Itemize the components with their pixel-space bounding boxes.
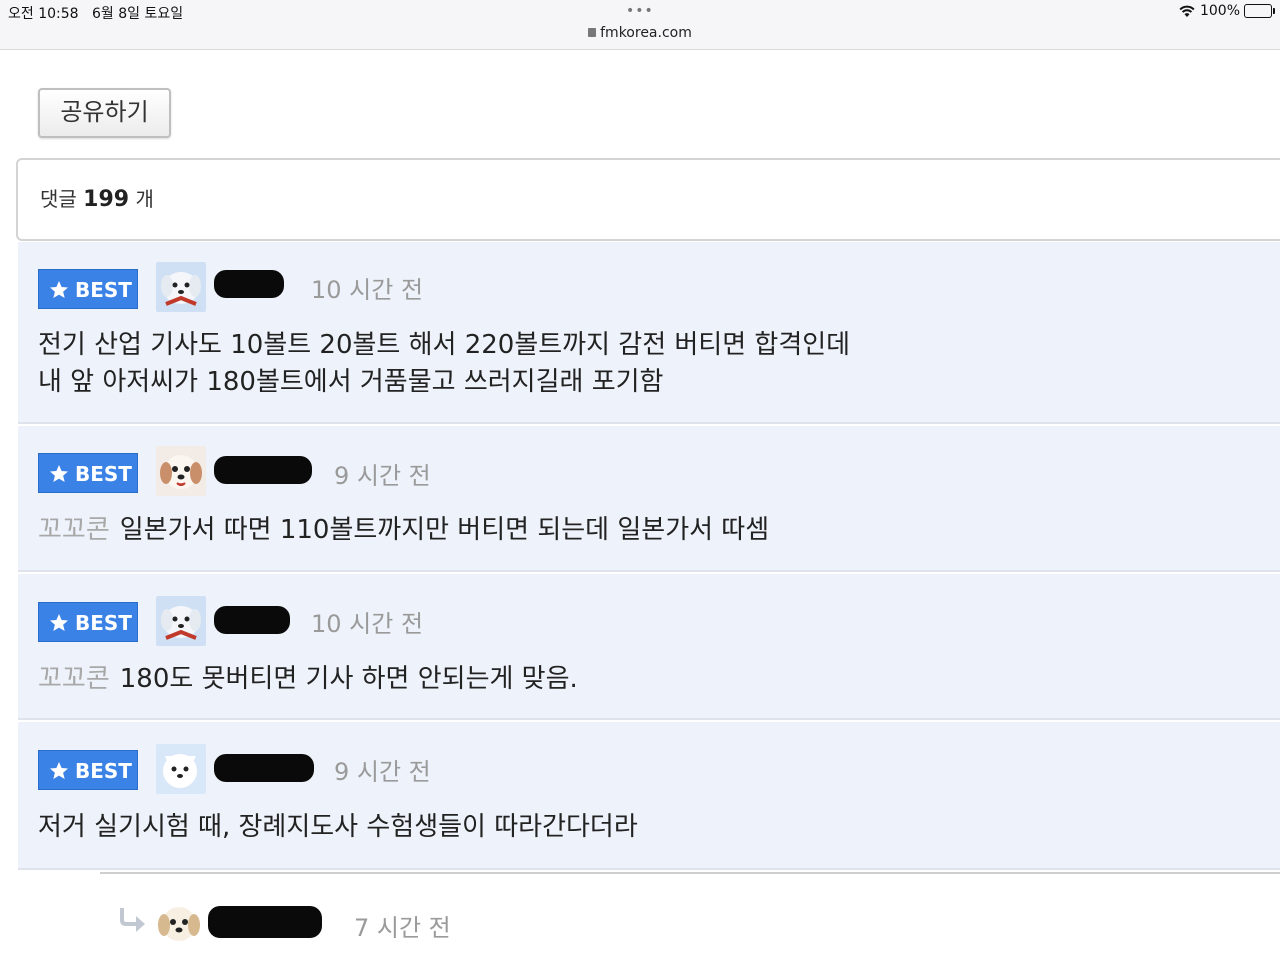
reply-arrow-icon (120, 908, 145, 932)
best-badge-label: BEST (75, 278, 132, 302)
status-indicators: 100% (1178, 3, 1275, 19)
avatar[interactable] (156, 262, 206, 312)
comment-time: 10 시간 전 (311, 276, 424, 304)
tab-dots-icon[interactable]: ••• (626, 3, 654, 19)
comment-text: 전기 산업 기사도 10볼트 20볼트 해서 220볼트까지 감전 버티면 합격… (38, 327, 850, 401)
status-time: 오전 10:58 (8, 6, 79, 22)
dog-avatar-icon (156, 262, 206, 312)
url-text: fmkorea.com (600, 25, 692, 41)
comment-time: 7 시간 전 (354, 914, 451, 942)
lock-icon (588, 28, 597, 37)
star-icon (50, 281, 68, 298)
address-bar[interactable]: fmkorea.com (0, 25, 1280, 41)
battery-percent: 100% (1199, 3, 1240, 19)
comment-body: 일본가서 따면 110볼트까지만 버티면 되는데 일본가서 따셈 (119, 515, 770, 545)
star-icon (50, 614, 68, 631)
wifi-icon (1179, 5, 1195, 17)
comment-text: 저거 실기시험 때, 장례지도사 수험생들이 따라간다더라 (38, 809, 638, 846)
reply-to-name[interactable]: 꼬꼬콘 (38, 515, 110, 545)
redacted-nickname[interactable] (214, 606, 290, 634)
comment-count-number: 199 (83, 187, 130, 212)
redacted-nickname[interactable] (208, 906, 322, 938)
comment-item: BEST 10 시간 전 꼬꼬콘 180도 못버티면 기사 하면 안되는게 맞음. (18, 574, 1280, 720)
best-badge-label: BEST (75, 462, 132, 486)
best-badge: BEST (38, 269, 138, 309)
best-badge-label: BEST (75, 611, 132, 635)
comment-line: 내 앞 아저씨가 180볼트에서 거품물고 쓰러지길래 포기함 (38, 367, 664, 397)
comment-time: 10 시간 전 (311, 610, 424, 638)
comment-item: BEST 9 시간 전 저거 실기시험 때, 장례지도사 수험생들이 따라간다더… (18, 722, 1280, 870)
share-button[interactable]: 공유하기 (38, 88, 171, 138)
comment-text: 꼬꼬콘 180도 못버티면 기사 하면 안되는게 맞음. (38, 661, 578, 698)
puppy-avatar-icon (156, 446, 206, 496)
reply-comment-item: 7 시간 전 (100, 872, 1280, 960)
status-date: 6월 8일 토요일 (92, 6, 184, 22)
best-badge: BEST (38, 602, 138, 642)
comment-body: 180도 못버티면 기사 하면 안되는게 맞음. (119, 664, 578, 694)
redacted-nickname[interactable] (214, 270, 284, 298)
avatar[interactable] (156, 446, 206, 496)
comment-line: 전기 산업 기사도 10볼트 20볼트 해서 220볼트까지 감전 버티면 합격… (38, 330, 851, 360)
comment-text: 꼬꼬콘 일본가서 따면 110볼트까지만 버티면 되는데 일본가서 따셈 (38, 512, 769, 549)
redacted-nickname[interactable] (214, 754, 314, 782)
best-badge: BEST (38, 453, 138, 493)
status-bar: 오전 10:58 6월 8일 토요일 ••• fmkorea.com 100% (0, 0, 1280, 50)
dog-avatar-icon (156, 596, 206, 646)
comment-item: BEST 9 시간 전 꼬꼬콘 일본가서 따면 110볼트까지만 버티면 되는데 … (18, 426, 1280, 572)
avatar[interactable] (154, 898, 204, 948)
redacted-nickname[interactable] (214, 456, 312, 484)
comment-count-prefix: 댓글 (40, 187, 77, 211)
comment-body: 저거 실기시험 때, 장례지도사 수험생들이 따라간다더라 (38, 812, 638, 842)
avatar[interactable] (156, 596, 206, 646)
best-badge-label: BEST (75, 759, 132, 783)
white-dog-avatar-icon (156, 744, 206, 794)
comment-count-suffix: 개 (135, 187, 154, 211)
comment-count-header: 댓글 199 개 (16, 158, 1280, 241)
reply-to-name[interactable]: 꼬꼬콘 (38, 664, 110, 694)
battery-icon (1244, 4, 1275, 18)
puppy-avatar-icon (154, 898, 204, 948)
comment-time: 9 시간 전 (334, 462, 431, 490)
best-badge: BEST (38, 750, 138, 790)
avatar[interactable] (156, 744, 206, 794)
star-icon (50, 762, 68, 779)
star-icon (50, 465, 68, 482)
comment-item: BEST 10 시간 전 전기 산업 기사도 10볼트 20볼트 해서 220볼… (18, 242, 1280, 424)
comment-time: 9 시간 전 (334, 758, 431, 786)
